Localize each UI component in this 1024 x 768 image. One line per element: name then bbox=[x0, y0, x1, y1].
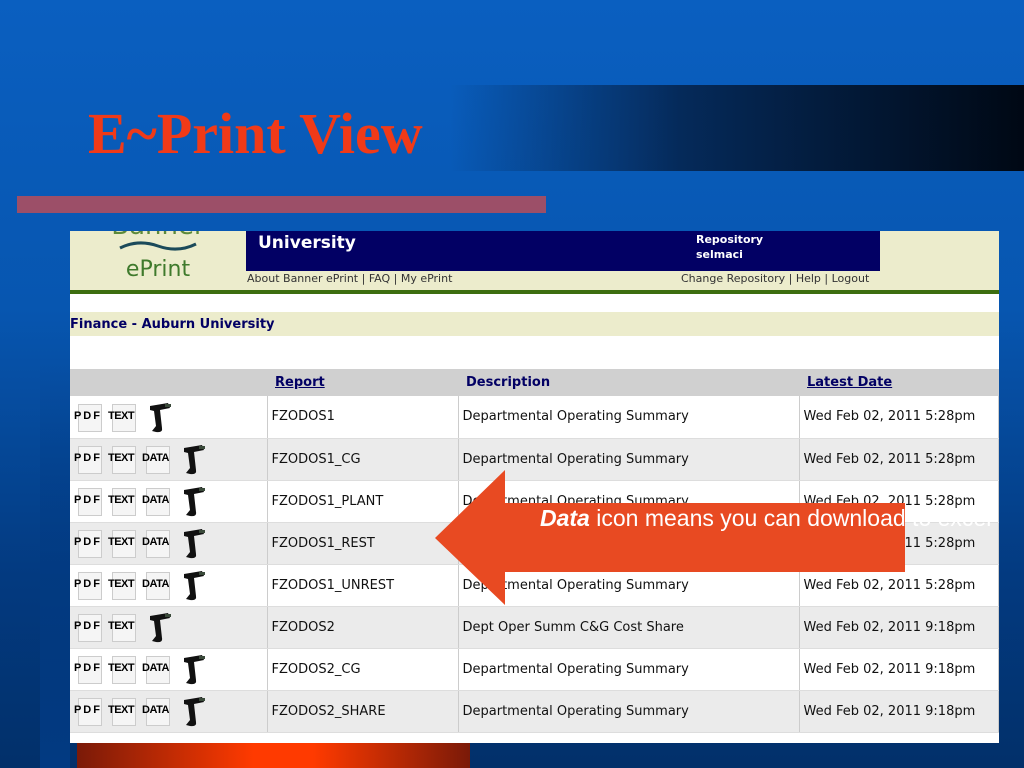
report-description: Departmental Operating Summary bbox=[458, 396, 800, 439]
download-icons: P D F TEXT DATA bbox=[70, 522, 268, 565]
text-icon[interactable]: TEXT bbox=[108, 444, 142, 474]
drill-icon[interactable] bbox=[146, 610, 172, 644]
eprint-logo: Banner ePrint bbox=[108, 231, 208, 282]
repository-label: Repository bbox=[696, 233, 764, 246]
data-icon[interactable]: DATA bbox=[142, 696, 176, 726]
report-date: Wed Feb 02, 2011 9:18pm bbox=[799, 606, 999, 649]
report-name[interactable]: FZODOS1_REST bbox=[267, 522, 459, 565]
wave-icon bbox=[119, 241, 197, 251]
report-name[interactable]: FZODOS1_UNREST bbox=[267, 564, 459, 607]
data-icon[interactable]: DATA bbox=[142, 486, 176, 516]
data-icon[interactable]: DATA bbox=[142, 528, 176, 558]
report-name[interactable]: FZODOS1 bbox=[267, 396, 459, 439]
table-row: P D F TEXT DATA FZODOS2_CG Departmental Op… bbox=[70, 648, 999, 691]
bottom-bar bbox=[77, 743, 470, 768]
text-icon[interactable]: TEXT bbox=[108, 402, 142, 432]
drill-icon[interactable] bbox=[180, 442, 206, 476]
pdf-icon[interactable]: P D F bbox=[74, 528, 108, 558]
table-row: P D F TEXT FZODOS1 Departmental Operating… bbox=[70, 396, 999, 439]
callout-text: Data icon means you can download to exce… bbox=[540, 505, 992, 531]
pdf-icon[interactable]: P D F bbox=[74, 570, 108, 600]
download-icons: P D F TEXT bbox=[70, 396, 268, 439]
org-name: University bbox=[258, 233, 356, 253]
data-icon[interactable]: DATA bbox=[142, 444, 176, 474]
header: Banner ePrint University Repository selma… bbox=[70, 231, 999, 290]
download-icons: P D F TEXT DATA bbox=[70, 480, 268, 523]
callout-arrow-icon bbox=[435, 470, 905, 605]
right-nav: Change Repository | Help | Logout bbox=[681, 272, 870, 285]
left-nav: About Banner ePrint | FAQ | My ePrint bbox=[247, 272, 453, 285]
download-icons: P D F TEXT DATA bbox=[70, 648, 268, 691]
report-description: Departmental Operating Summary bbox=[458, 648, 800, 691]
table-row: P D F TEXT DATA FZODOS2_SHARE Departmental… bbox=[70, 690, 999, 733]
link-faq[interactable]: FAQ bbox=[369, 272, 390, 285]
text-icon[interactable]: TEXT bbox=[108, 528, 142, 558]
text-icon[interactable]: TEXT bbox=[108, 696, 142, 726]
report-description: Dept Oper Summ C&G Cost Share bbox=[458, 606, 800, 649]
slide-title: E~Print View bbox=[88, 101, 423, 166]
pdf-icon[interactable]: P D F bbox=[74, 486, 108, 516]
text-icon[interactable]: TEXT bbox=[108, 486, 142, 516]
data-icon[interactable]: DATA bbox=[142, 654, 176, 684]
pdf-icon[interactable]: P D F bbox=[74, 696, 108, 726]
download-icons: P D F TEXT DATA bbox=[70, 564, 268, 607]
report-name[interactable]: FZODOS2_SHARE bbox=[267, 690, 459, 733]
report-name[interactable]: FZODOS1_PLANT bbox=[267, 480, 459, 523]
drill-icon[interactable] bbox=[180, 568, 206, 602]
table-row: P D F TEXT FZODOS2 Dept Oper Summ C&G Cos… bbox=[70, 606, 999, 649]
pdf-icon[interactable]: P D F bbox=[74, 612, 108, 642]
sort-latest-date[interactable]: Latest Date bbox=[807, 375, 892, 390]
header-description: Description bbox=[458, 369, 799, 396]
text-icon[interactable]: TEXT bbox=[108, 654, 142, 684]
title-band bbox=[450, 85, 1024, 171]
link-about[interactable]: About Banner ePrint bbox=[247, 272, 358, 285]
drill-icon[interactable] bbox=[180, 694, 206, 728]
text-icon[interactable]: TEXT bbox=[108, 570, 142, 600]
report-description: Departmental Operating Summary bbox=[458, 690, 800, 733]
drill-icon[interactable] bbox=[180, 526, 206, 560]
header-divider bbox=[70, 290, 999, 294]
pdf-icon[interactable]: P D F bbox=[74, 654, 108, 684]
sort-report[interactable]: Report bbox=[275, 375, 325, 390]
link-help[interactable]: Help bbox=[796, 272, 821, 285]
header-banner: University Repository selmaci bbox=[246, 231, 880, 271]
report-name[interactable]: FZODOS2_CG bbox=[267, 648, 459, 691]
text-icon[interactable]: TEXT bbox=[108, 612, 142, 642]
report-name[interactable]: FZODOS1_CG bbox=[267, 438, 459, 481]
data-icon[interactable]: DATA bbox=[142, 570, 176, 600]
title-rule bbox=[17, 196, 546, 213]
drill-icon[interactable] bbox=[180, 484, 206, 518]
report-date: Wed Feb 02, 2011 5:28pm bbox=[799, 396, 999, 439]
report-date: Wed Feb 02, 2011 9:18pm bbox=[799, 648, 999, 691]
drill-icon[interactable] bbox=[146, 400, 172, 434]
pdf-icon[interactable]: P D F bbox=[74, 402, 108, 432]
download-icons: P D F TEXT DATA bbox=[70, 690, 268, 733]
link-change-repository[interactable]: Change Repository bbox=[681, 272, 785, 285]
report-date: Wed Feb 02, 2011 9:18pm bbox=[799, 690, 999, 733]
section-title: Finance - Auburn University bbox=[70, 312, 999, 336]
download-icons: P D F TEXT bbox=[70, 606, 268, 649]
username: selmaci bbox=[696, 248, 743, 261]
pdf-icon[interactable]: P D F bbox=[74, 444, 108, 474]
link-my-eprint[interactable]: My ePrint bbox=[401, 272, 453, 285]
report-name[interactable]: FZODOS2 bbox=[267, 606, 459, 649]
left-stripe bbox=[40, 360, 70, 768]
link-logout[interactable]: Logout bbox=[832, 272, 870, 285]
download-icons: P D F TEXT DATA bbox=[70, 438, 268, 481]
drill-icon[interactable] bbox=[180, 652, 206, 686]
